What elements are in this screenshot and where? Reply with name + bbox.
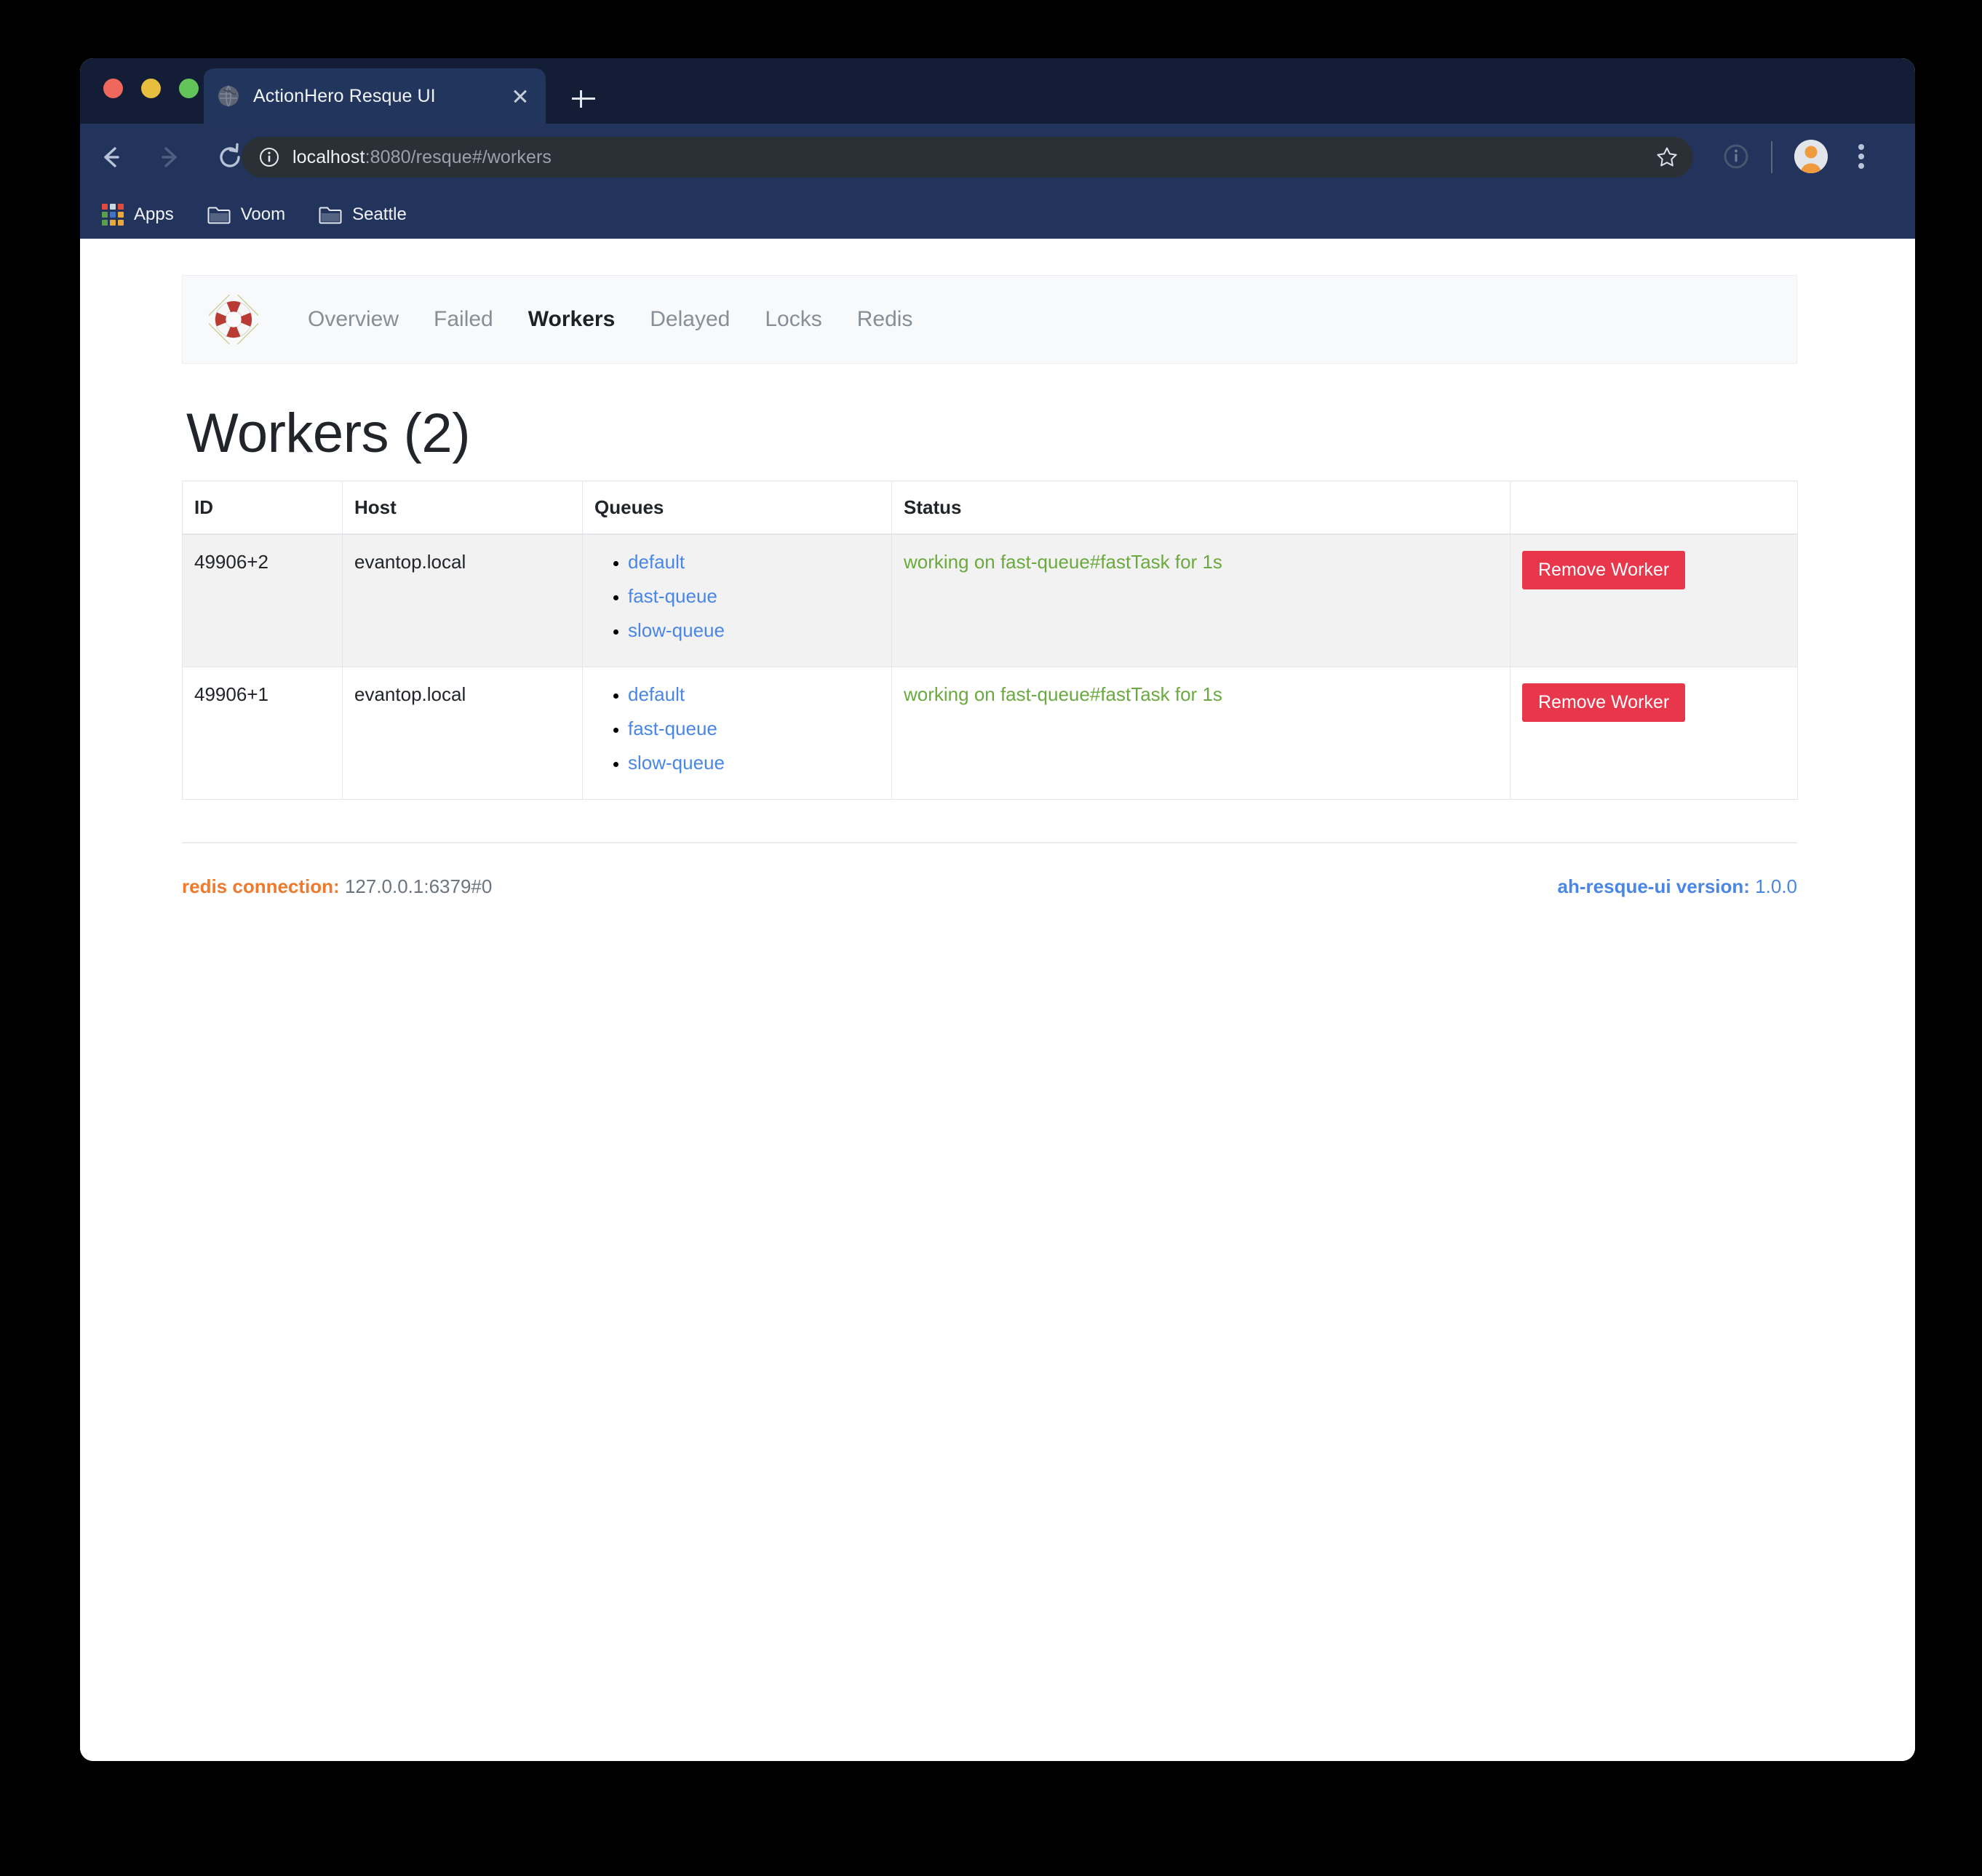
- window-maximize-button[interactable]: [179, 79, 199, 98]
- queue-link-default[interactable]: default: [628, 683, 685, 705]
- browser-tab-title: ActionHero Resque UI: [253, 85, 436, 106]
- cell-worker-id: 49906+2: [182, 533, 343, 667]
- table-header: ID Host Queues Status: [182, 480, 1798, 535]
- cell-worker-host: evantop.local: [342, 666, 583, 800]
- star-icon[interactable]: [1655, 146, 1679, 169]
- cell-worker-action: Remove Worker: [1510, 666, 1798, 800]
- url-path: :8080/resque#/workers: [365, 146, 552, 167]
- bookmark-seattle[interactable]: Seattle: [313, 200, 413, 229]
- cell-worker-status: working on fast-queue#fastTask for 1s: [891, 533, 1511, 667]
- list-item: fast-queue: [628, 718, 880, 740]
- queue-link-slow-queue[interactable]: slow-queue: [628, 752, 725, 774]
- bookmark-voom[interactable]: Voom: [202, 200, 291, 229]
- bookmark-label: Seattle: [352, 204, 407, 224]
- nav-link-workers[interactable]: Workers: [528, 307, 616, 332]
- back-button[interactable]: [93, 140, 128, 175]
- bookmark-apps[interactable]: Apps: [96, 199, 180, 230]
- page-content: Overview Failed Workers Delayed Locks Re…: [182, 275, 1798, 898]
- info-badge-icon[interactable]: [1721, 141, 1751, 172]
- apps-grid-icon: [102, 204, 124, 226]
- remove-worker-button[interactable]: Remove Worker: [1522, 550, 1686, 589]
- column-header-id: ID: [182, 480, 343, 535]
- footer-redis-label: redis connection:: [182, 875, 340, 897]
- kebab-menu-icon[interactable]: [1845, 140, 1877, 173]
- status-badge: working on fast-queue#fastTask for 1s: [904, 550, 1222, 573]
- close-icon[interactable]: [508, 84, 533, 108]
- table-header-row: ID Host Queues Status: [182, 480, 1798, 535]
- browser-tab-strip: ActionHero Resque UI: [80, 58, 1915, 124]
- folder-icon: [319, 205, 342, 224]
- address-bar-url: localhost:8080/resque#/workers: [292, 147, 552, 168]
- remove-worker-button[interactable]: Remove Worker: [1522, 683, 1686, 722]
- list-item: slow-queue: [628, 619, 880, 642]
- list-item: slow-queue: [628, 752, 880, 774]
- list-item: default: [628, 551, 880, 573]
- queue-link-default[interactable]: default: [628, 551, 685, 573]
- window-close-button[interactable]: [103, 79, 123, 98]
- column-header-queues: Queues: [582, 480, 892, 535]
- bookmark-label: Voom: [240, 204, 286, 224]
- nav-link-redis[interactable]: Redis: [857, 307, 913, 332]
- bookmarks-bar: Apps Voom Seattle: [80, 191, 1915, 239]
- bookmark-label: Apps: [134, 204, 174, 224]
- nav-link-overview[interactable]: Overview: [308, 307, 399, 332]
- page-footer: redis connection: 127.0.0.1:6379#0 ah-re…: [182, 841, 1797, 898]
- lifebuoy-icon[interactable]: [206, 292, 261, 347]
- table-body: 49906+2 evantop.local default fast-queue…: [182, 533, 1798, 800]
- list-item: fast-queue: [628, 585, 880, 608]
- folder-icon: [207, 205, 231, 224]
- window-traffic-lights: [103, 79, 199, 98]
- column-header-actions: [1510, 480, 1798, 535]
- address-bar[interactable]: localhost:8080/resque#/workers: [242, 137, 1693, 178]
- forward-button[interactable]: [153, 140, 188, 175]
- cell-worker-status: working on fast-queue#fastTask for 1s: [891, 666, 1511, 800]
- nav-link-failed[interactable]: Failed: [434, 307, 493, 332]
- table-row: 49906+1 evantop.local default fast-queue…: [182, 666, 1798, 800]
- app-navbar: Overview Failed Workers Delayed Locks Re…: [182, 275, 1797, 364]
- page-title: Workers (2): [186, 402, 471, 464]
- page-viewport: Overview Failed Workers Delayed Locks Re…: [80, 239, 1915, 1761]
- browser-window: ActionHero Resque UI localhost:8080/resq…: [80, 58, 1915, 1761]
- queue-link-slow-queue[interactable]: slow-queue: [628, 619, 725, 641]
- workers-table: ID Host Queues Status 49906+2 evantop.lo…: [182, 480, 1798, 800]
- footer-version-value: 1.0.0: [1755, 875, 1797, 897]
- app-nav-links: Overview Failed Workers Delayed Locks Re…: [308, 307, 912, 332]
- avatar[interactable]: [1794, 140, 1828, 173]
- queue-link-fast-queue[interactable]: fast-queue: [628, 585, 717, 607]
- cell-worker-host: evantop.local: [342, 533, 583, 667]
- browser-tab[interactable]: ActionHero Resque UI: [204, 68, 546, 124]
- toolbar-divider: [1771, 141, 1772, 173]
- browser-toolbar: localhost:8080/resque#/workers: [80, 124, 1915, 191]
- queue-link-fast-queue[interactable]: fast-queue: [628, 718, 717, 739]
- nav-link-delayed[interactable]: Delayed: [650, 307, 730, 332]
- globe-icon: [217, 84, 240, 108]
- queue-list: default fast-queue slow-queue: [594, 551, 880, 642]
- list-item: default: [628, 683, 880, 706]
- column-header-status: Status: [891, 480, 1511, 535]
- footer-version-label: ah-resque-ui version:: [1557, 875, 1750, 897]
- footer-version: ah-resque-ui version: 1.0.0: [1558, 875, 1797, 898]
- footer-redis-value: 127.0.0.1:6379#0: [344, 875, 493, 897]
- info-circle-icon[interactable]: [259, 147, 279, 167]
- window-minimize-button[interactable]: [141, 79, 161, 98]
- cell-worker-queues: default fast-queue slow-queue: [582, 666, 892, 800]
- new-tab-button[interactable]: [569, 84, 598, 114]
- nav-link-locks[interactable]: Locks: [765, 307, 821, 332]
- cell-worker-id: 49906+1: [182, 666, 343, 800]
- table-row: 49906+2 evantop.local default fast-queue…: [182, 533, 1798, 667]
- cell-worker-queues: default fast-queue slow-queue: [582, 533, 892, 667]
- url-host: localhost: [292, 146, 365, 167]
- queue-list: default fast-queue slow-queue: [594, 683, 880, 774]
- cell-worker-action: Remove Worker: [1510, 533, 1798, 667]
- footer-redis-connection: redis connection: 127.0.0.1:6379#0: [182, 875, 492, 898]
- column-header-host: Host: [342, 480, 583, 535]
- status-badge: working on fast-queue#fastTask for 1s: [904, 683, 1222, 705]
